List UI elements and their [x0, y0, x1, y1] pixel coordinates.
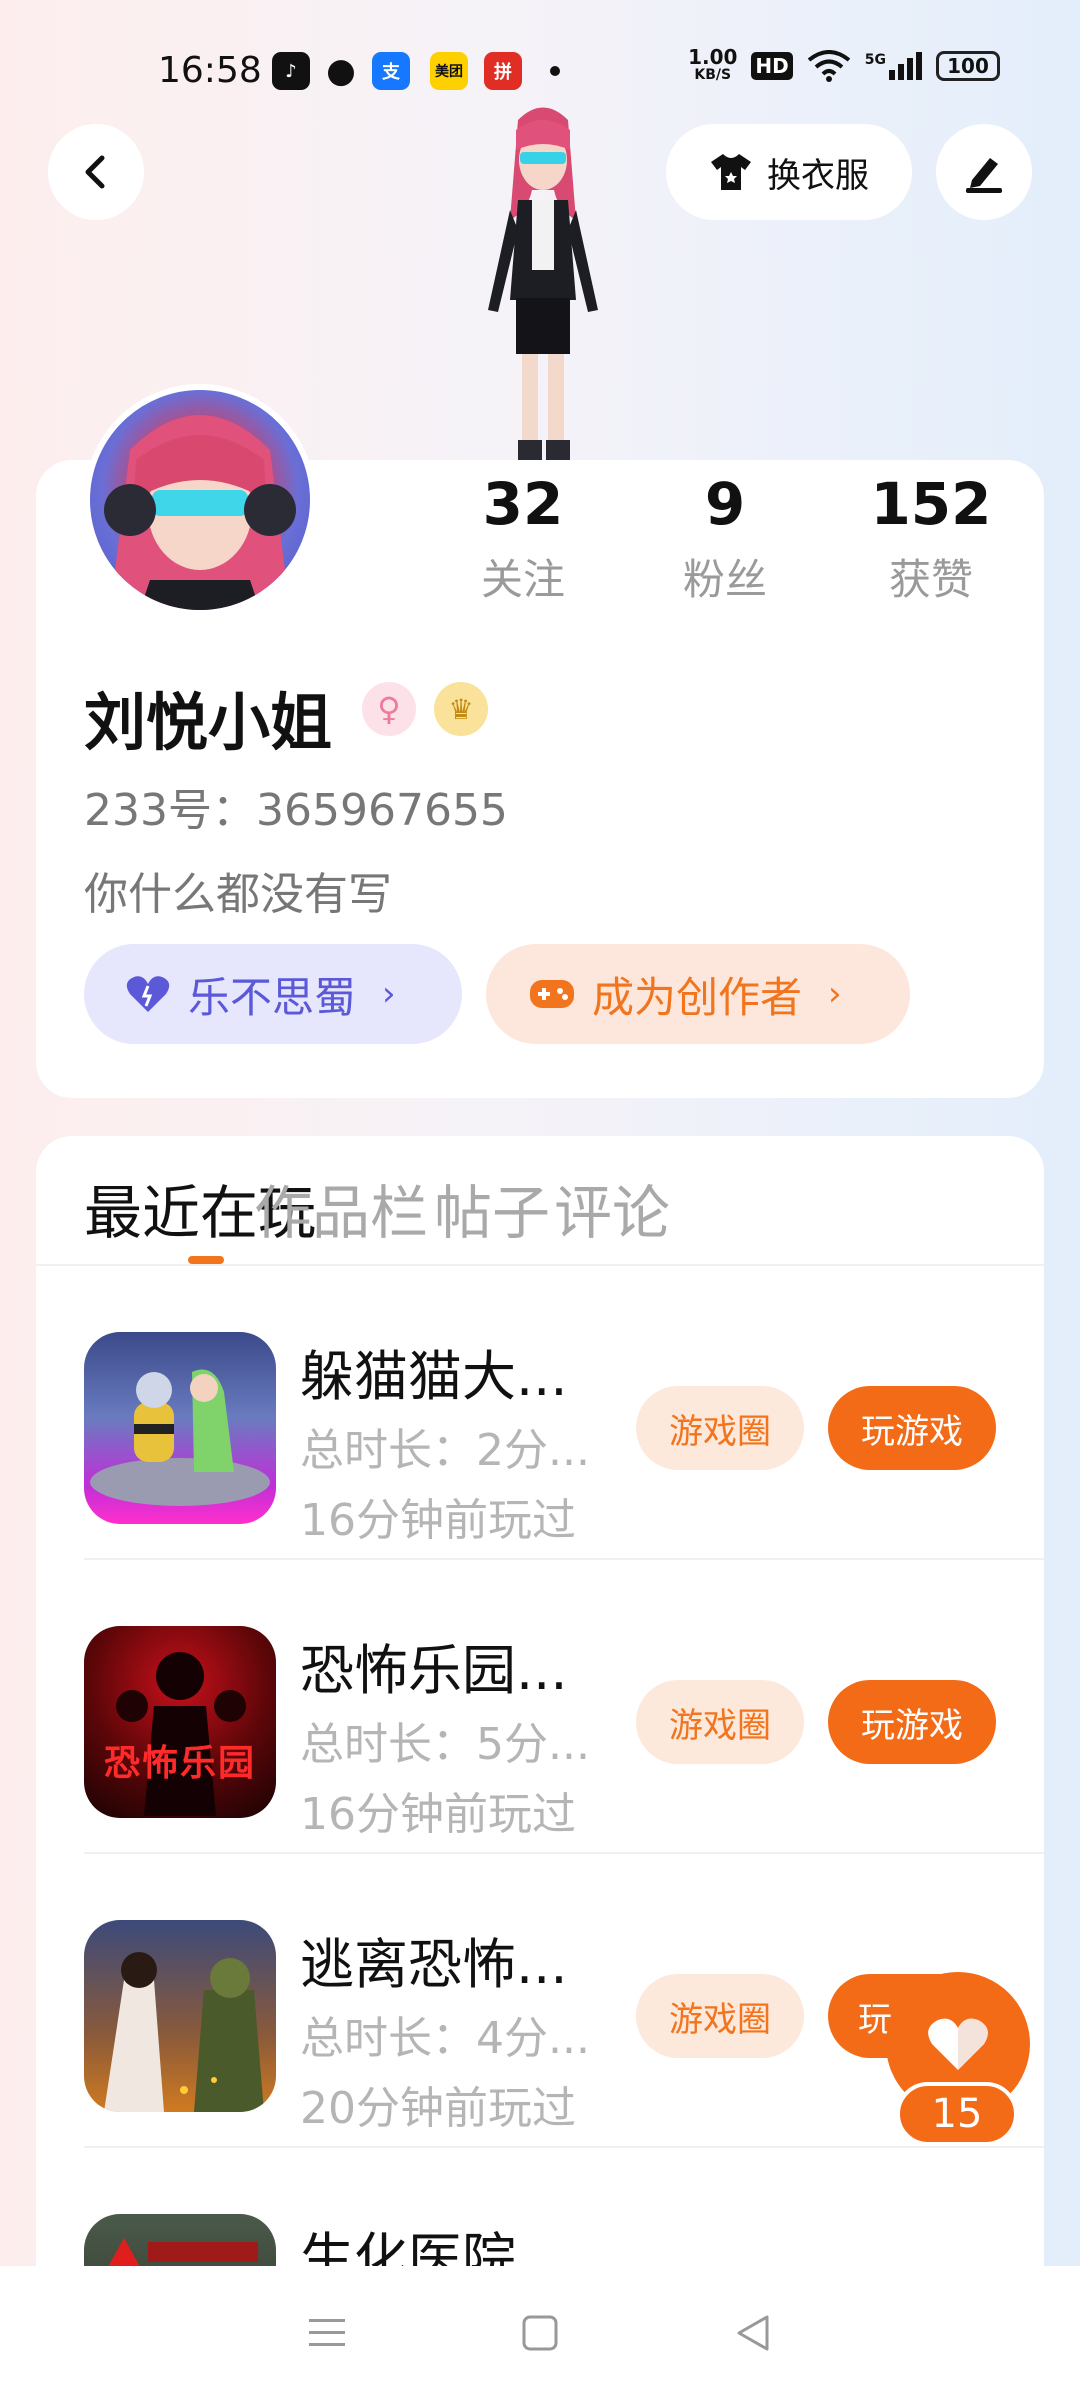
- more-notifications-dot: [550, 66, 560, 76]
- game-duration: 总时长：4分...: [300, 2013, 590, 2064]
- stat-following[interactable]: 32 关注: [438, 470, 608, 607]
- user-id: 233号：365967655: [84, 785, 508, 836]
- game-title: 躲猫猫大...: [300, 1345, 568, 1408]
- game-thumbnail-image: [104, 1952, 264, 2112]
- game-row[interactable]: 躲猫猫大... 总时长：2分... 16分钟前玩过 游戏圈 玩游戏: [36, 1266, 1044, 1560]
- avatar[interactable]: [84, 384, 316, 616]
- become-creator-button[interactable]: 成为创作者 ›: [486, 944, 910, 1044]
- menu-icon[interactable]: [307, 2315, 347, 2351]
- chevron-left-icon: [85, 155, 105, 189]
- game-title: 生化医院...: [300, 2227, 568, 2266]
- hd-icon: HD: [751, 52, 793, 80]
- pencil-icon: [966, 158, 1002, 193]
- game-thumbnail-image: [116, 1652, 246, 1816]
- game-thumbnail[interactable]: [84, 2214, 276, 2266]
- change-outfit-button[interactable]: 换衣服: [666, 124, 912, 220]
- edit-profile-button[interactable]: [936, 124, 1032, 220]
- tab-indicator: [188, 1256, 224, 1264]
- content-card: 最近在玩 作品栏 帖子 评论 躲猫猫大... 总时长：2分... 16分钟前玩过…: [36, 1136, 1044, 2266]
- network-type: 5G: [864, 52, 886, 68]
- tab-bar: 最近在玩 作品栏 帖子 评论: [36, 1136, 1044, 1266]
- wechat-icon: ●: [326, 51, 356, 91]
- game-title: 恐怖乐园...: [300, 1639, 568, 1702]
- game-last-played: 16分钟前玩过: [300, 1789, 576, 1840]
- meituan-icon: 美团: [430, 52, 468, 90]
- douyin-icon: ♪: [272, 52, 310, 90]
- game-row[interactable]: 恐怖乐园 恐怖乐园... 总时长：5分... 16分钟前玩过 游戏圈 玩游戏: [36, 1560, 1044, 1854]
- pinduoduo-icon: 拼: [484, 52, 522, 90]
- play-game-button[interactable]: 玩游戏: [828, 1386, 996, 1470]
- status-time: 16:58: [158, 50, 262, 91]
- status-right: 1.00 KB/S HD 5G 100: [688, 45, 1000, 84]
- game-last-played: 16分钟前玩过: [300, 1495, 576, 1546]
- play-game-button[interactable]: 玩游戏: [828, 1680, 996, 1764]
- stat-fans[interactable]: 9 粉丝: [640, 470, 810, 607]
- like-count-badge[interactable]: 15: [896, 2082, 1018, 2146]
- battery-icon: 100: [936, 51, 1000, 81]
- net-speed-value: 1.00: [688, 45, 738, 69]
- game-thumbnail[interactable]: 恐怖乐园: [84, 1626, 276, 1818]
- game-circle-button[interactable]: 游戏圈: [636, 1386, 804, 1470]
- signal-icon: 5G: [865, 52, 922, 80]
- game-circle-button[interactable]: 游戏圈: [636, 1974, 804, 2058]
- game-thumbnail[interactable]: [84, 1920, 276, 2112]
- fans-label: 粉丝: [682, 555, 767, 604]
- wifi-icon: [807, 50, 851, 82]
- game-last-played: 20分钟前玩过: [300, 2083, 576, 2134]
- system-nav-bar: [0, 2266, 1080, 2400]
- chevron-right-icon: ›: [828, 974, 842, 1014]
- net-speed-unit: KB/S: [694, 67, 732, 83]
- change-outfit-label: 换衣服: [767, 155, 869, 196]
- game-circle-button[interactable]: 游戏圈: [636, 1680, 804, 1764]
- heart-icon: [928, 2018, 988, 2070]
- back-triangle-icon[interactable]: [733, 2313, 773, 2353]
- gamepad-icon: [530, 980, 574, 1008]
- game-title: 逃离恐怖...: [300, 1933, 568, 1996]
- game-thumbnail[interactable]: [84, 1332, 276, 1524]
- home-icon[interactable]: [520, 2313, 560, 2353]
- user-bio: 你什么都没有写: [84, 869, 392, 920]
- alipay-icon: 支: [372, 52, 410, 90]
- tshirt-icon: [711, 154, 751, 190]
- fans-count: 9: [704, 470, 746, 538]
- character-figure[interactable]: [458, 100, 628, 460]
- avatar-image: [104, 415, 296, 610]
- user-name: 刘悦小姐: [84, 686, 333, 759]
- game-thumbnail-image: [108, 2238, 258, 2266]
- status-pill-label: 乐不思蜀: [188, 972, 357, 1022]
- game-duration: 总时长：5分...: [300, 1719, 590, 1770]
- heart-icon: [126, 976, 170, 1012]
- tab-posts[interactable]: 帖子: [434, 1166, 550, 1250]
- crown-icon[interactable]: ♛: [434, 682, 488, 736]
- chevron-right-icon: ›: [382, 974, 396, 1014]
- likes-count: 152: [870, 470, 992, 538]
- back-button[interactable]: [48, 124, 144, 220]
- net-speed: 1.00 KB/S: [688, 45, 738, 84]
- likes-label: 获赞: [888, 555, 973, 604]
- following-label: 关注: [480, 555, 565, 604]
- following-count: 32: [482, 470, 564, 538]
- tab-comments[interactable]: 评论: [554, 1166, 670, 1250]
- female-icon[interactable]: ♀: [362, 682, 416, 736]
- game-thumbnail-text: 恐怖乐园: [103, 1743, 256, 1784]
- become-creator-label: 成为创作者: [592, 972, 803, 1022]
- game-row[interactable]: 生化医院...: [36, 2148, 1044, 2266]
- game-thumbnail-image: [90, 1369, 270, 1506]
- status-pill-button[interactable]: 乐不思蜀 ›: [84, 944, 462, 1044]
- stat-likes[interactable]: 152 获赞: [846, 470, 1016, 607]
- game-row[interactable]: 逃离恐怖... 总时长：4分... 20分钟前玩过 游戏圈 玩: [36, 1854, 1044, 2148]
- tab-works[interactable]: 作品栏: [254, 1166, 428, 1250]
- game-duration: 总时长：2分...: [300, 1425, 590, 1476]
